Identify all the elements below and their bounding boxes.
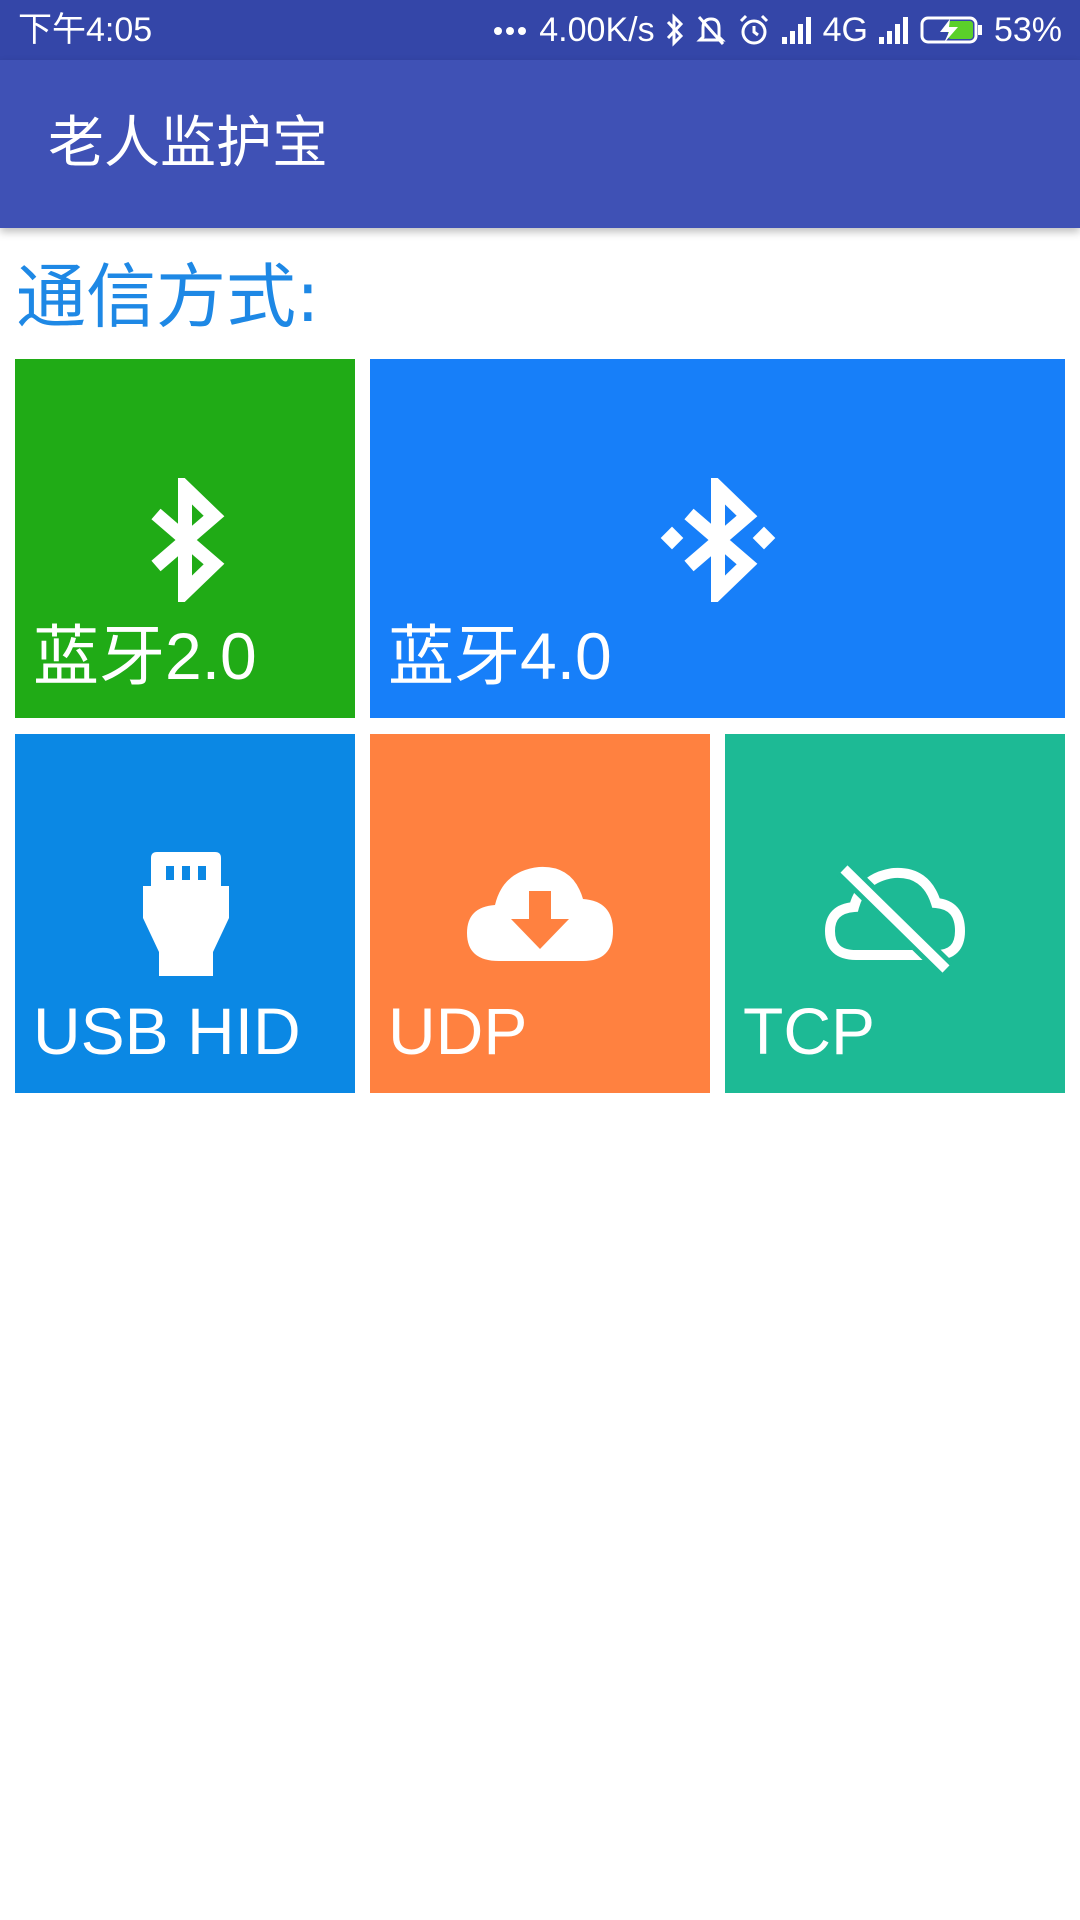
app-title: 老人监护宝 bbox=[48, 111, 328, 176]
status-icons: 4.00K/s 4G 53% bbox=[493, 10, 1062, 50]
tile-label: USB HID bbox=[33, 994, 301, 1068]
battery-charging-icon bbox=[920, 15, 984, 45]
tile-usb-hid[interactable]: USB HID bbox=[15, 734, 355, 1093]
bluetooth-status-icon bbox=[665, 13, 685, 47]
tile-tcp[interactable]: TCP bbox=[725, 734, 1065, 1093]
usb-icon bbox=[143, 852, 229, 976]
net-speed: 4.00K/s bbox=[539, 10, 655, 49]
tile-udp[interactable]: UDP bbox=[370, 734, 710, 1093]
bluetooth-icon bbox=[151, 478, 225, 602]
tile-bluetooth-2[interactable]: 蓝牙2.0 bbox=[15, 359, 355, 718]
more-dots-icon bbox=[493, 24, 529, 36]
battery-percent: 53% bbox=[993, 10, 1062, 49]
tile-label: 蓝牙4.0 bbox=[388, 619, 612, 693]
network-type: 4G bbox=[822, 10, 868, 49]
tile-label: TCP bbox=[743, 994, 875, 1068]
section-heading: 通信方式: bbox=[16, 256, 320, 338]
cloud-download-icon bbox=[467, 866, 613, 961]
cloud-off-icon bbox=[824, 863, 966, 975]
bell-off-icon bbox=[695, 13, 727, 47]
signal-icon bbox=[781, 15, 813, 45]
tile-label: UDP bbox=[388, 994, 528, 1068]
status-bar: 下午4:05 4.00K/s 4G 53% bbox=[0, 0, 1080, 60]
alarm-icon bbox=[737, 13, 771, 47]
bluetooth-searching-icon bbox=[660, 478, 776, 602]
signal-icon-2 bbox=[878, 15, 910, 45]
app-bar: 老人监护宝 bbox=[0, 60, 1080, 228]
status-time: 下午4:05 bbox=[18, 11, 153, 49]
tile-label: 蓝牙2.0 bbox=[33, 619, 257, 693]
tile-bluetooth-4[interactable]: 蓝牙4.0 bbox=[370, 359, 1065, 718]
